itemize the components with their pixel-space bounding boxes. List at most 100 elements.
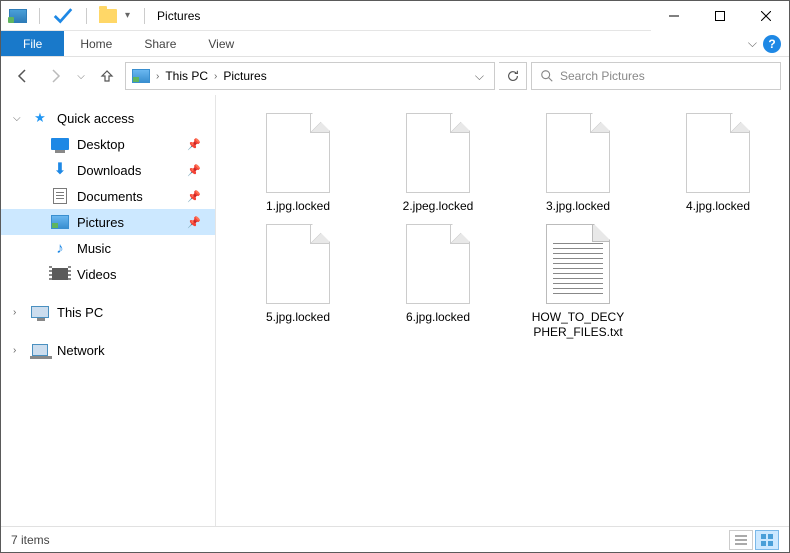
pin-icon: 📌: [187, 164, 201, 177]
expand-caret-icon[interactable]: ›: [13, 345, 16, 356]
qat-properties-icon[interactable]: [52, 5, 74, 27]
blank-file-icon: [686, 113, 750, 193]
sidebar-quick-access[interactable]: ⌵ ★ Quick access: [1, 105, 215, 131]
file-item[interactable]: 4.jpg.locked: [668, 113, 768, 214]
network-icon: [32, 344, 48, 356]
sidebar-item-label: This PC: [57, 305, 103, 320]
qat-newfolder-icon[interactable]: [99, 9, 117, 23]
separator: [86, 8, 87, 24]
file-item[interactable]: 1.jpg.locked: [248, 113, 348, 214]
pictures-icon: [51, 215, 69, 229]
sidebar-item-label: Documents: [77, 189, 143, 204]
expand-caret-icon[interactable]: ⌵: [13, 113, 21, 124]
blank-file-icon: [546, 113, 610, 193]
search-input[interactable]: Search Pictures: [531, 62, 781, 90]
videos-icon: [52, 268, 68, 280]
separator: [39, 8, 40, 24]
sidebar-item-label: Music: [77, 241, 111, 256]
details-view-button[interactable]: [729, 530, 753, 550]
sidebar-item-label: Network: [57, 343, 105, 358]
text-file-icon: [546, 224, 610, 304]
ribbon-tabs: File Home Share View ⌵ ?: [1, 31, 789, 57]
maximize-button[interactable]: [697, 1, 743, 31]
file-name-label: 4.jpg.locked: [686, 199, 750, 214]
chevron-right-icon[interactable]: ›: [154, 71, 161, 82]
up-button[interactable]: [93, 62, 121, 90]
file-name-label: 3.jpg.locked: [546, 199, 610, 214]
file-name-label: 1.jpg.locked: [266, 199, 330, 214]
file-item[interactable]: HOW_TO_DECYPHER_FILES.txt: [528, 224, 628, 340]
this-pc-icon: [31, 306, 49, 318]
statusbar: 7 items: [1, 526, 789, 552]
sidebar-item-music[interactable]: ♪ Music: [1, 235, 215, 261]
titlebar: ▾ Pictures: [1, 1, 789, 31]
titlebar-quick-access: ▾ Pictures: [1, 5, 200, 27]
tab-view[interactable]: View: [192, 31, 250, 56]
folder-system-icon[interactable]: [9, 9, 27, 23]
location-icon: [132, 69, 150, 83]
pin-icon: 📌: [187, 216, 201, 229]
thumbnails-view-button[interactable]: [755, 530, 779, 550]
search-icon: [540, 69, 554, 83]
address-bar[interactable]: › This PC › Pictures ⌵: [125, 62, 495, 90]
pin-icon: 📌: [187, 138, 201, 151]
forward-button[interactable]: [41, 62, 69, 90]
file-item[interactable]: 6.jpg.locked: [388, 224, 488, 340]
sidebar-item-videos[interactable]: Videos: [1, 261, 215, 287]
file-name-label: 6.jpg.locked: [406, 310, 470, 325]
sidebar-item-label: Desktop: [77, 137, 125, 152]
window-controls: [651, 1, 789, 31]
sidebar-item-downloads[interactable]: ⬇ Downloads 📌: [1, 157, 215, 183]
tab-file[interactable]: File: [1, 31, 64, 56]
close-button[interactable]: [743, 1, 789, 31]
blank-file-icon: [406, 224, 470, 304]
minimize-button[interactable]: [651, 1, 697, 31]
pin-icon: 📌: [187, 190, 201, 203]
chevron-right-icon[interactable]: ›: [212, 71, 219, 82]
qat-dropdown-icon[interactable]: ▾: [123, 10, 132, 21]
help-icon[interactable]: ?: [763, 35, 781, 53]
body-area: ⌵ ★ Quick access Desktop 📌 ⬇ Downloads 📌…: [1, 95, 789, 527]
file-name-label: 2.jpeg.locked: [403, 199, 474, 214]
tab-share[interactable]: Share: [128, 31, 192, 56]
separator: [144, 8, 145, 24]
navigation-pane: ⌵ ★ Quick access Desktop 📌 ⬇ Downloads 📌…: [1, 95, 216, 527]
address-dropdown-icon[interactable]: ⌵: [471, 69, 488, 84]
sidebar-item-documents[interactable]: Documents 📌: [1, 183, 215, 209]
search-placeholder: Search Pictures: [560, 69, 645, 83]
sidebar-network[interactable]: › Network: [1, 337, 215, 363]
window-title: Pictures: [157, 9, 200, 23]
navigation-row: ⌵ › This PC › Pictures ⌵ Search Pictures: [1, 57, 789, 95]
documents-icon: [53, 188, 67, 204]
back-button[interactable]: [9, 62, 37, 90]
music-icon: ♪: [51, 240, 69, 256]
downloads-icon: ⬇: [51, 162, 69, 178]
tab-home[interactable]: Home: [64, 31, 128, 56]
sidebar-item-label: Pictures: [77, 215, 124, 230]
refresh-button[interactable]: [499, 62, 527, 90]
sidebar-item-label: Videos: [77, 267, 117, 282]
blank-file-icon: [266, 224, 330, 304]
file-name-label: 5.jpg.locked: [266, 310, 330, 325]
file-list[interactable]: 1.jpg.locked 2.jpeg.locked 3.jpg.locked 4.j…: [216, 95, 789, 527]
item-count: 7 items: [11, 533, 50, 547]
sidebar-item-pictures[interactable]: Pictures 📌: [1, 209, 215, 235]
blank-file-icon: [266, 113, 330, 193]
expand-caret-icon[interactable]: ›: [13, 307, 16, 318]
blank-file-icon: [406, 113, 470, 193]
ribbon-expand-icon[interactable]: ⌵: [748, 36, 757, 51]
breadcrumb-segment[interactable]: Pictures: [223, 69, 266, 83]
view-toggle-group: [729, 530, 779, 550]
file-item[interactable]: 5.jpg.locked: [248, 224, 348, 340]
recent-dropdown-icon[interactable]: ⌵: [73, 62, 89, 90]
star-icon: ★: [31, 110, 49, 126]
desktop-icon: [51, 138, 69, 150]
file-item[interactable]: 2.jpeg.locked: [388, 113, 488, 214]
sidebar-item-label: Quick access: [57, 111, 134, 126]
sidebar-item-label: Downloads: [77, 163, 141, 178]
breadcrumb-segment[interactable]: This PC: [165, 69, 208, 83]
file-item[interactable]: 3.jpg.locked: [528, 113, 628, 214]
sidebar-item-desktop[interactable]: Desktop 📌: [1, 131, 215, 157]
file-name-label: HOW_TO_DECYPHER_FILES.txt: [528, 310, 628, 340]
sidebar-this-pc[interactable]: › This PC: [1, 299, 215, 325]
